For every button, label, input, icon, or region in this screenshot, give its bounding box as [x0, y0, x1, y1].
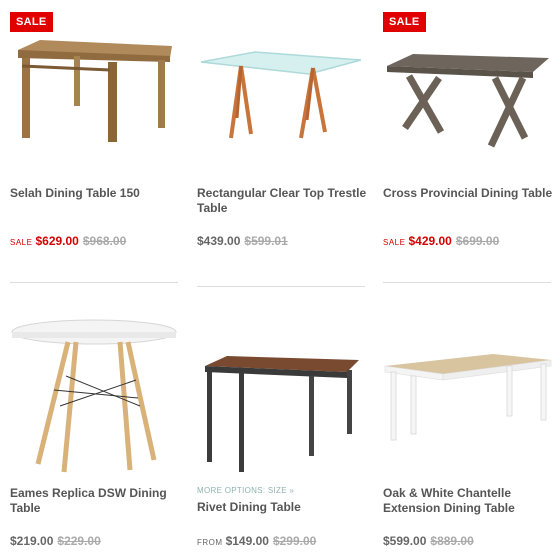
original-price: $968.00: [82, 234, 127, 248]
sale-label: SALE: [383, 238, 406, 247]
sale-price: $429.00: [408, 234, 452, 248]
sale-price: $629.00: [35, 234, 79, 248]
product-name[interactable]: Eames Replica DSW Dining Table: [10, 486, 182, 516]
product-image[interactable]: [197, 0, 369, 140]
price-row: $219.00 $229.00: [10, 534, 101, 548]
sale-badge: SALE: [10, 12, 53, 32]
product-name[interactable]: Rivet Dining Table: [197, 500, 369, 515]
product-grid: SALE Selah Dining Table 150 SALE $629.00 $…: [0, 0, 560, 560]
price: $439.00: [197, 234, 241, 248]
divider: [10, 282, 178, 283]
price-row: $599.00 $889.00: [383, 534, 474, 548]
sale-label: SALE: [10, 238, 33, 247]
product-name[interactable]: Oak & White Chantelle Extension Dining T…: [383, 486, 555, 516]
divider: [383, 282, 551, 283]
product-name[interactable]: Cross Provincial Dining Table: [383, 186, 555, 201]
original-price: $229.00: [57, 534, 101, 548]
product-image[interactable]: [10, 310, 182, 473]
product-image[interactable]: [197, 310, 369, 472]
price-row: SALE $429.00 $699.00: [383, 234, 499, 248]
price-row: SALE $629.00 $968.00: [10, 234, 126, 248]
product-name[interactable]: Selah Dining Table 150: [10, 186, 182, 201]
price-row: FROM $149.00 $299.00: [197, 534, 316, 548]
original-price: $889.00: [430, 534, 474, 548]
original-price: $299.00: [272, 534, 317, 548]
original-price: $599.01: [244, 234, 288, 248]
price: $219.00: [10, 534, 54, 548]
divider: [197, 286, 365, 287]
price-row: $439.00 $599.01: [197, 234, 288, 248]
from-label: FROM: [197, 538, 223, 547]
original-price: $699.00: [455, 234, 500, 248]
product-name[interactable]: Rectangular Clear Top Trestle Table: [197, 186, 369, 216]
product-image[interactable]: [383, 310, 555, 450]
price: $599.00: [383, 534, 427, 548]
price: $149.00: [225, 534, 269, 548]
sale-badge: SALE: [383, 12, 426, 32]
more-options-link[interactable]: MORE OPTIONS: SIZE »: [197, 486, 294, 495]
